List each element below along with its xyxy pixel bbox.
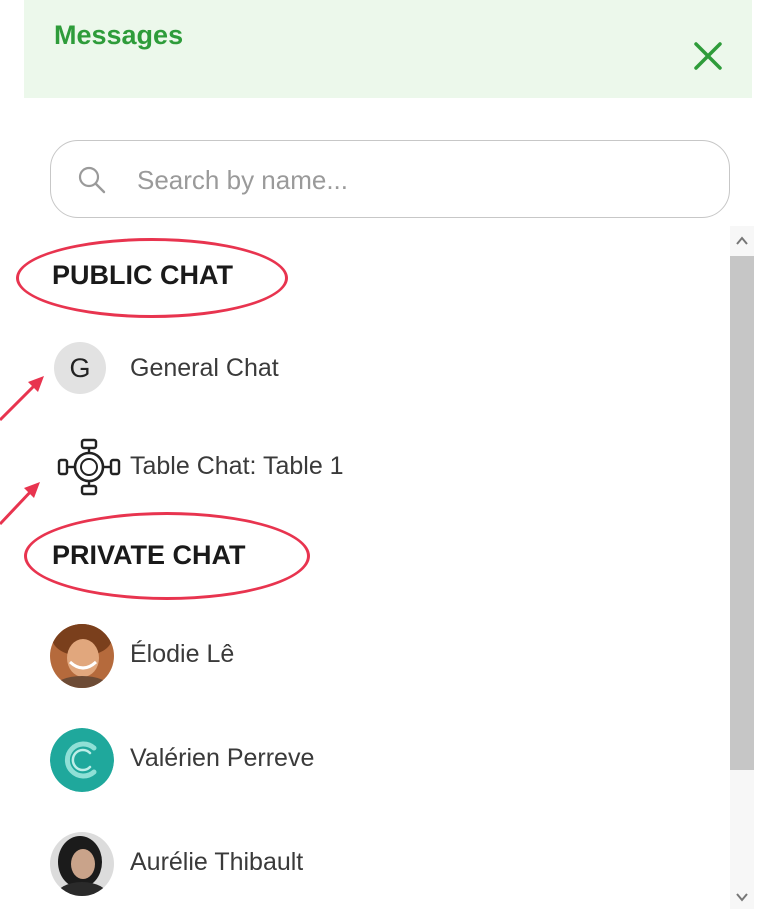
table-icon (57, 438, 121, 496)
header-title: Messages (54, 20, 184, 50)
scroll-up-icon[interactable] (733, 234, 751, 248)
annotation-arrow-general (0, 380, 40, 422)
public-chat-heading: PUBLIC CHAT (52, 260, 233, 290)
chat-item-label: Valérien Perreve (130, 744, 315, 772)
chat-item-elodie[interactable]: Élodie Lê (46, 620, 686, 690)
chat-item-valerien[interactable]: Valérien Perreve (46, 724, 686, 794)
letter-avatar: G (54, 342, 106, 394)
chat-item-label: General Chat (130, 354, 279, 382)
scrollbar-thumb[interactable] (730, 256, 754, 770)
search-icon (78, 166, 106, 194)
search-input[interactable] (135, 159, 699, 201)
chat-item-label: Aurélie Thibault (130, 848, 304, 876)
chat-item-general[interactable]: G General Chat (46, 334, 686, 404)
annotation-arrowhead-table (24, 482, 40, 498)
chat-item-aurelie[interactable]: Aurélie Thibault (46, 828, 686, 898)
search-box (50, 140, 730, 218)
chat-item-label: Table Chat: Table 1 (130, 452, 344, 480)
avatar (50, 728, 114, 792)
annotation-arrow-table (0, 486, 36, 526)
avatar (50, 832, 114, 896)
avatar (50, 624, 114, 688)
private-chat-heading: PRIVATE CHAT (52, 540, 246, 570)
annotation-arrowhead-general (28, 376, 44, 392)
scroll-down-icon[interactable] (733, 890, 751, 904)
close-button[interactable] (690, 38, 726, 74)
close-icon (694, 42, 722, 70)
messages-header: Messages (24, 0, 752, 98)
chat-item-label: Élodie Lê (130, 640, 235, 668)
chat-item-table[interactable]: Table Chat: Table 1 (46, 432, 686, 502)
